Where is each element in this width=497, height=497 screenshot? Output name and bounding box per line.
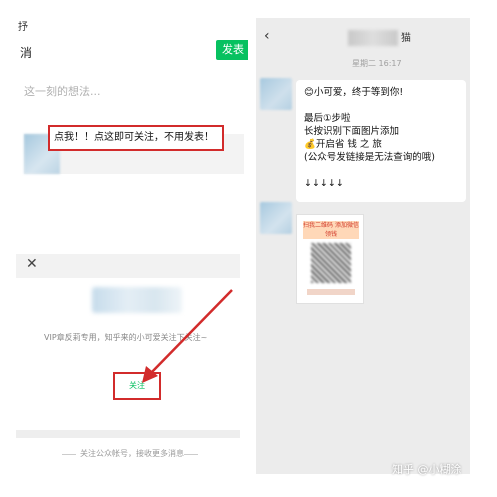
divider-line-left <box>62 454 76 455</box>
chat-title-blurred <box>348 30 398 46</box>
publish-button[interactable]: 发表 <box>216 40 248 60</box>
avatar[interactable] <box>260 78 292 110</box>
bottom-divider-bar <box>16 430 240 438</box>
moments-compose-panel: 抒 消 发表 这一刻的想法... <box>8 14 248 484</box>
message-line: 长按识别下面图片添加 <box>304 126 400 137</box>
follow-account-note: 关注公众帐号，接收更多消息 <box>80 449 184 458</box>
follow-button[interactable]: 关注 <box>113 372 161 400</box>
dialog-header-bar <box>16 254 240 278</box>
account-profile-blurred <box>92 287 182 313</box>
chevron-left-icon[interactable]: ‹ <box>264 28 270 44</box>
divider-line-right <box>184 454 198 455</box>
cancel-button[interactable]: 消 <box>20 44 32 61</box>
message-line: ↓↓↓↓↓ <box>304 178 344 189</box>
watermark: 知乎 @小糊涂 <box>392 463 462 476</box>
message-line: 最后①步啦 <box>304 113 351 124</box>
message-timestamp: 星期二 16:17 <box>352 59 402 68</box>
message-line: 😊小可爱，终于等到你! <box>304 87 404 98</box>
compose-top-bar: 抒 消 发表 <box>8 14 248 74</box>
qr-code-icon <box>311 243 351 283</box>
screenshot-root: 抒 消 发表 这一刻的想法... 点我！！点这即可关注，不用发表！ ✕ VIP章… <box>0 0 497 497</box>
qr-image-banner: 扫我二维码 添加微信领钱 <box>303 221 359 239</box>
account-description: VIP章反莉专用，知乎来的小可爱关注下关注~ <box>44 333 208 342</box>
thought-input[interactable]: 这一刻的想法... <box>24 83 101 99</box>
qr-image-message[interactable]: 扫我二维码 添加微信领钱 <box>296 214 364 304</box>
top-cut-char: 抒 <box>18 22 28 33</box>
message-line: 💰开启省 钱 之 旅 <box>304 139 382 150</box>
chat-title-suffix: 猫 <box>401 33 411 44</box>
qr-image-footer <box>307 289 355 295</box>
link-text-highlight[interactable]: 点我！！点这即可关注，不用发表！ <box>48 125 224 151</box>
message-line: (公众号发链接是无法查询的哦) <box>304 152 435 163</box>
close-icon[interactable]: ✕ <box>26 256 38 272</box>
message-line <box>304 99 458 112</box>
avatar[interactable] <box>260 202 292 234</box>
message-bubble: 😊小可爱，终于等到你! 最后①步啦 长按识别下面图片添加 💰开启省 钱 之 旅 … <box>296 80 466 202</box>
chat-panel: ‹ 猫 星期二 16:17 😊小可爱，终于等到你! 最后①步啦 长按识别下面图片… <box>256 18 470 474</box>
message-line <box>304 164 458 177</box>
